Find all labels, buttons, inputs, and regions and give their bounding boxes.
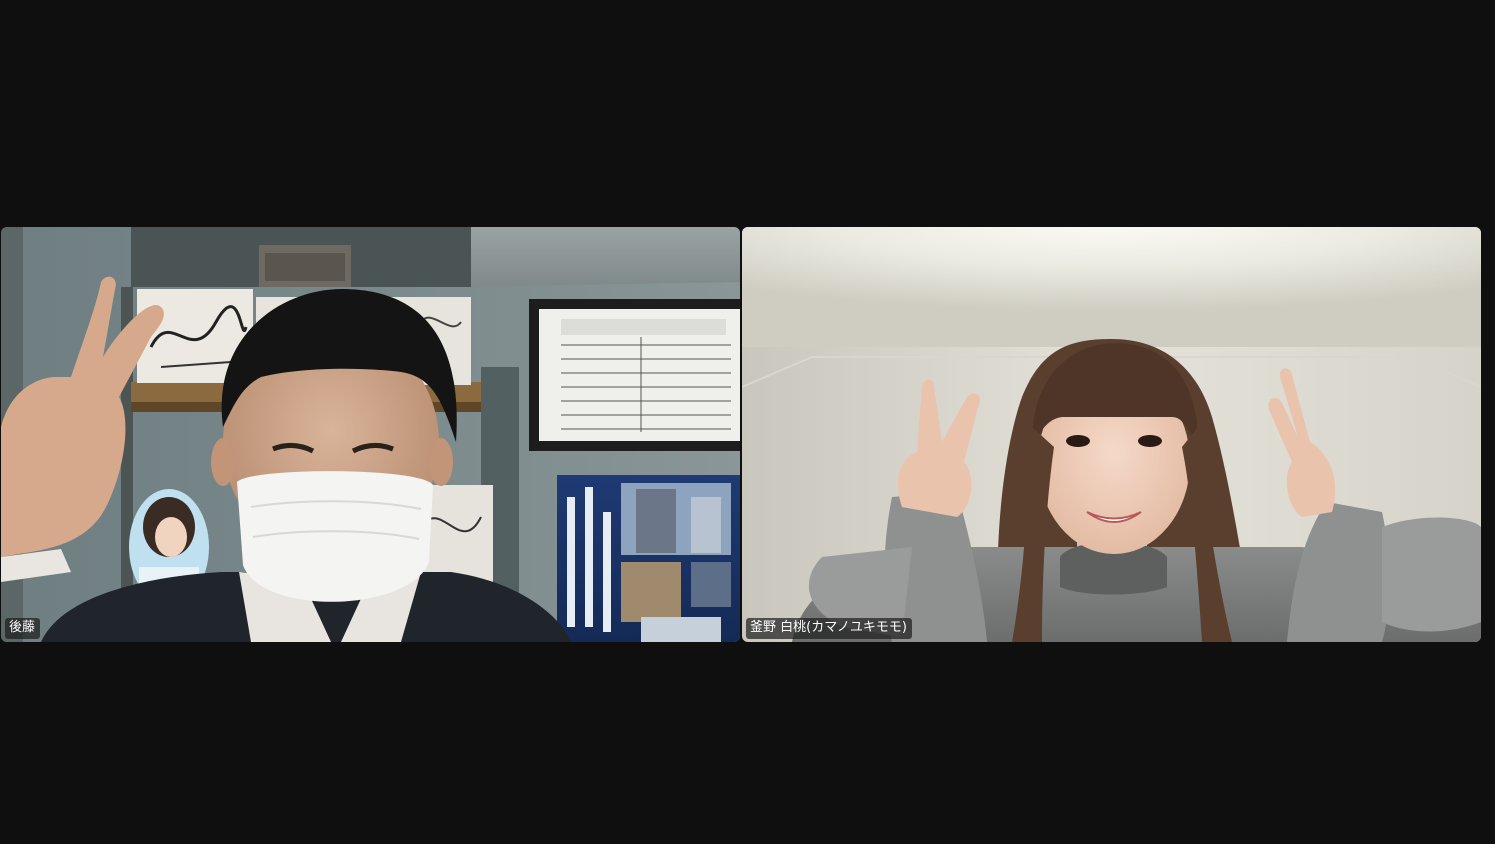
video-meeting-gallery: 後藤 釜野 白桃(カマノユキモモ) [0, 0, 1495, 844]
participant-video-feed [1, 227, 740, 642]
participant-name-tag: 後藤 [5, 618, 41, 639]
participant-video-tile[interactable]: 後藤 [1, 227, 740, 642]
participant-video-feed [742, 227, 1481, 642]
participant-video-tile[interactable]: 釜野 白桃(カマノユキモモ) [742, 227, 1481, 642]
participant-name-tag: 釜野 白桃(カマノユキモモ) [746, 618, 912, 639]
